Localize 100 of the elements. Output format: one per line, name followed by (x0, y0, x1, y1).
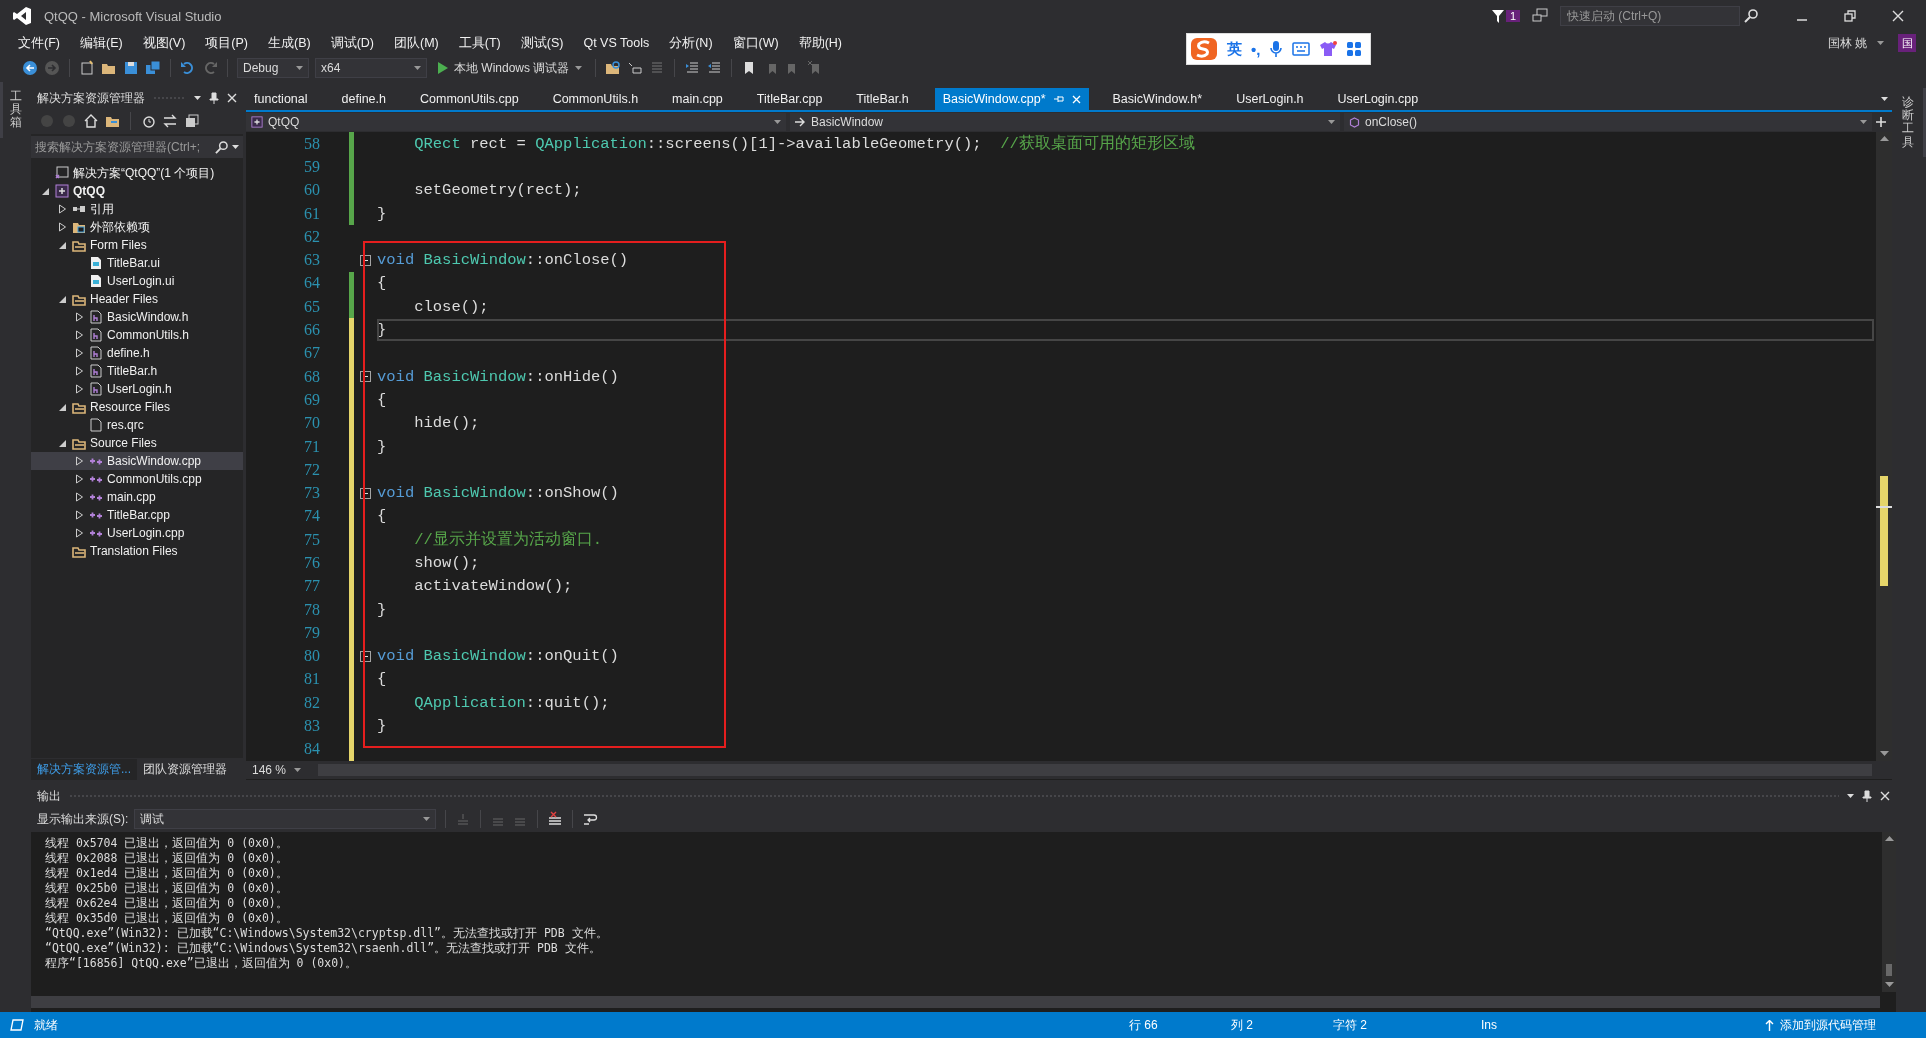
history-icon[interactable] (140, 113, 156, 129)
tree-item[interactable]: CommonUtils.h (31, 326, 243, 344)
tree-item[interactable]: Header Files (31, 290, 243, 308)
scroll-down-icon[interactable] (1884, 982, 1894, 988)
document-tab[interactable]: main.cpp (664, 88, 749, 110)
home-icon[interactable] (83, 113, 99, 129)
expanded-arrow-icon[interactable] (57, 294, 67, 304)
caret-icon[interactable] (1860, 119, 1867, 125)
menu-item[interactable]: 视图(V) (134, 32, 194, 54)
menu-item[interactable]: 测试(S) (512, 32, 572, 54)
configuration-dropdown[interactable]: Debug (237, 58, 309, 78)
collapsed-arrow-icon[interactable] (57, 204, 67, 214)
indent-icon[interactable] (684, 60, 701, 76)
tree-item[interactable]: UserLogin.h (31, 380, 243, 398)
collapse-icon[interactable] (360, 650, 371, 662)
collapsed-arrow-icon[interactable] (74, 330, 84, 340)
word-wrap-icon[interactable] (582, 811, 599, 827)
collapsed-arrow-icon[interactable] (74, 384, 84, 394)
back-icon[interactable] (22, 60, 38, 76)
collapsed-arrow-icon[interactable] (74, 366, 84, 376)
caret-icon[interactable] (294, 767, 302, 773)
class-dropdown[interactable]: BasicWindow (790, 113, 1340, 131)
new-item-icon[interactable] (79, 60, 95, 76)
caret-icon[interactable] (296, 65, 303, 71)
platform-dropdown[interactable]: x64 (315, 58, 427, 78)
split-icon[interactable] (1876, 117, 1886, 127)
document-tab[interactable]: UserLogin.h (1228, 88, 1330, 110)
input-mode-toggle[interactable]: 英 (1227, 39, 1242, 59)
caret-icon[interactable] (1328, 119, 1335, 125)
redo-icon[interactable] (202, 60, 218, 76)
tree-item[interactable]: define.h (31, 344, 243, 362)
caret-icon[interactable] (1881, 96, 1888, 102)
expanded-arrow-icon[interactable] (57, 402, 67, 412)
menu-item[interactable]: 编辑(E) (71, 32, 131, 54)
tree-item[interactable]: BasicWindow.h (31, 308, 243, 326)
document-tab[interactable]: TitleBar.cpp (748, 88, 849, 110)
user-name[interactable]: 国林 姚 (1827, 34, 1867, 52)
document-tab[interactable]: CommonUtils.h (544, 88, 665, 110)
document-tab[interactable]: BasicWindow.h* (1104, 88, 1229, 110)
tree-item[interactable]: 引用 (31, 200, 243, 218)
feedback-icon[interactable] (1532, 8, 1548, 24)
clear-all-icon[interactable] (547, 811, 564, 827)
tree-item[interactable]: 外部依赖项 (31, 218, 243, 236)
notification-button[interactable]: 1 (1491, 9, 1520, 23)
shirt-icon[interactable] (1319, 41, 1338, 57)
search-icon[interactable] (215, 140, 228, 154)
search-box[interactable]: 搜索解决方案资源管理器(Ctrl+; (31, 136, 243, 158)
collapsed-arrow-icon[interactable] (74, 492, 84, 502)
menu-item[interactable]: 帮助(H) (790, 32, 851, 54)
save-all-icon[interactable] (145, 60, 161, 76)
panel-tab[interactable]: 团队资源管理器 (137, 758, 233, 780)
menu-item[interactable]: Qt VS Tools (575, 34, 658, 52)
panel-tab[interactable]: 解决方案资源管... (31, 758, 137, 780)
menu-item[interactable]: 分析(N) (661, 32, 721, 54)
collapsed-arrow-icon[interactable] (74, 312, 84, 322)
source-control-button[interactable]: 添加到源代码管理 (1765, 1016, 1916, 1034)
collapse-icon[interactable] (360, 371, 371, 383)
punctuation-toggle[interactable]: •, (1251, 40, 1261, 58)
collapsed-arrow-icon[interactable] (74, 456, 84, 466)
output-source-dropdown[interactable]: 调试 (134, 809, 437, 829)
search-icon[interactable] (1744, 9, 1758, 23)
tree-item[interactable]: BasicWindow.cpp (31, 452, 243, 470)
outdent-icon[interactable] (706, 60, 723, 76)
close-icon[interactable] (1880, 791, 1890, 801)
pin-icon[interactable] (1862, 790, 1872, 802)
menu-item[interactable]: 窗口(W) (724, 32, 787, 54)
menu-item[interactable]: 工具(T) (450, 32, 509, 54)
tree-item[interactable]: UserLogin.ui (31, 272, 243, 290)
expanded-arrow-icon[interactable] (40, 186, 50, 196)
close-icon[interactable] (227, 93, 237, 103)
collapse-all-icon[interactable] (184, 113, 200, 129)
restore-icon[interactable] (1844, 10, 1856, 22)
caret-icon[interactable] (1877, 40, 1884, 46)
scroll-thumb[interactable] (1886, 964, 1892, 976)
tree-item[interactable]: TitleBar.cpp (31, 506, 243, 524)
menu-item[interactable]: 文件(F) (10, 32, 68, 54)
caret-icon[interactable] (423, 816, 431, 822)
undo-icon[interactable] (180, 60, 196, 76)
find-in-files-icon[interactable] (605, 60, 622, 76)
document-tab[interactable]: functional (246, 88, 334, 110)
input-method-logo-icon[interactable] (1190, 37, 1218, 61)
expanded-arrow-icon[interactable] (57, 438, 67, 448)
arrow-up-icon[interactable] (1765, 1019, 1774, 1031)
step-icon[interactable] (627, 60, 644, 76)
play-icon[interactable] (437, 62, 448, 74)
menu-item[interactable]: 调试(D) (322, 32, 382, 54)
save-icon[interactable] (123, 60, 139, 76)
document-tab[interactable]: TitleBar.h (848, 88, 935, 110)
caret-icon[interactable] (774, 119, 781, 125)
tree-item[interactable]: res.qrc (31, 416, 243, 434)
tree-item[interactable]: QtQQ (31, 182, 243, 200)
caret-icon[interactable] (232, 144, 239, 150)
collapsed-arrow-icon[interactable] (57, 222, 67, 232)
document-tab[interactable]: define.h (333, 88, 412, 110)
run-debugger-button[interactable]: 本地 Windows 调试器 (433, 59, 587, 77)
quick-launch-field[interactable]: 快速启动 (Ctrl+Q) (1560, 6, 1740, 26)
document-tab[interactable]: UserLogin.cpp (1329, 88, 1445, 110)
close-icon[interactable] (1892, 10, 1904, 22)
expanded-arrow-icon[interactable] (57, 240, 67, 250)
horizontal-scrollbar[interactable] (31, 996, 1880, 1008)
